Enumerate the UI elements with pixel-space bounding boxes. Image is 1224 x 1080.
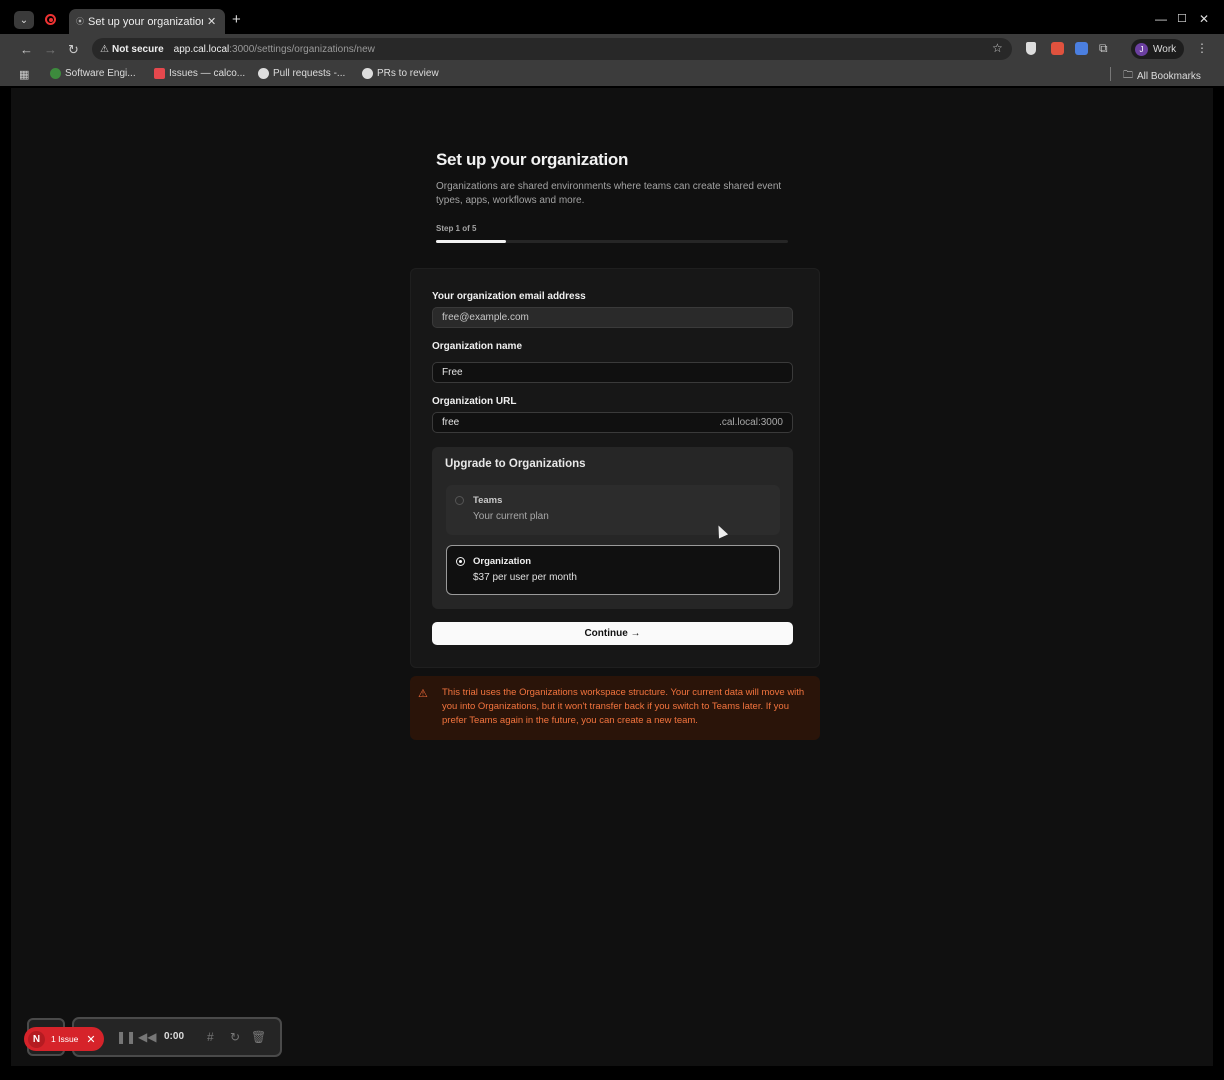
- next-logo-icon: N: [28, 1030, 45, 1048]
- issue-badge[interactable]: N 1 Issue ✕: [24, 1027, 104, 1051]
- email-label: Your organization email address: [432, 291, 586, 302]
- avatar: J: [1135, 42, 1148, 56]
- trash-icon[interactable]: 🗑: [251, 1030, 266, 1044]
- bookmarks-divider: [1110, 67, 1111, 81]
- plan-name: Organization: [473, 556, 532, 567]
- url-host: app.cal.local: [173, 43, 230, 55]
- progress-fill: [436, 240, 507, 243]
- linear-icon: [154, 68, 165, 79]
- extension-red-icon[interactable]: [1051, 42, 1064, 55]
- rewind-icon[interactable]: ◀◀: [138, 1030, 156, 1044]
- bookmark-item[interactable]: PRs to review: [362, 68, 439, 79]
- github-icon: [362, 68, 373, 79]
- org-name-label: Organization name: [432, 341, 523, 352]
- radio-teams[interactable]: [455, 496, 464, 505]
- step-indicator: Step 1 of 5: [436, 224, 477, 233]
- all-bookmarks[interactable]: 🗀 All Bookmarks: [1123, 68, 1201, 85]
- active-tab[interactable]: ⦿ Set up your organization ✕: [69, 9, 225, 34]
- url-path: :3000/settings/organizations/new: [229, 43, 375, 55]
- tab-close-icon[interactable]: ✕: [207, 15, 216, 28]
- issue-count: 1 Issue: [51, 1034, 79, 1044]
- new-tab-icon[interactable]: +: [232, 11, 241, 28]
- bookmark-item[interactable]: Pull requests -...: [258, 68, 345, 79]
- maximize-icon[interactable]: ☐: [1177, 12, 1187, 25]
- page-title: Set up your organization: [436, 150, 629, 169]
- warning-icon: ⚠: [100, 43, 109, 55]
- chevron-down-icon: ⌄: [19, 14, 29, 26]
- tab-title: Set up your organization: [88, 15, 203, 28]
- extension-blue-icon[interactable]: [1075, 42, 1088, 55]
- restart-icon[interactable]: ↻: [230, 1030, 240, 1044]
- tab-favicon-icon: ⦿: [76, 17, 84, 26]
- profile-button[interactable]: J Work: [1131, 39, 1184, 59]
- pause-icon[interactable]: ❚❚: [116, 1030, 136, 1044]
- bookmark-star-icon[interactable]: ☆: [992, 41, 1003, 55]
- plan-name: Teams: [473, 495, 503, 506]
- plan-option-teams[interactable]: Teams Your current plan: [446, 485, 780, 535]
- org-url-field[interactable]: free .cal.local:3000: [432, 412, 793, 433]
- org-url-suffix: .cal.local:3000: [719, 417, 783, 428]
- bookmark-item[interactable]: Software Engi...: [50, 68, 136, 79]
- warning-triangle-icon: ⚠: [418, 688, 428, 700]
- kebab-menu-icon[interactable]: ⋮: [1196, 41, 1208, 55]
- alert-text: This trial uses the Organizations worksp…: [442, 687, 805, 726]
- continue-button[interactable]: Continue →: [432, 622, 793, 645]
- org-name-field[interactable]: Free: [432, 362, 793, 383]
- back-icon[interactable]: ←: [20, 42, 33, 57]
- issue-close-icon[interactable]: ✕: [86, 1033, 95, 1046]
- plan-desc: Your current plan: [473, 511, 549, 522]
- profile-name: Work: [1153, 43, 1177, 55]
- apps-grid-icon[interactable]: ▦: [19, 68, 29, 81]
- puzzle-extensions-icon[interactable]: ⧉: [1099, 41, 1108, 56]
- minimize-icon[interactable]: —: [1155, 12, 1167, 26]
- bookmark-item[interactable]: Issues — calco...: [154, 68, 245, 79]
- grid-icon[interactable]: #: [207, 1030, 214, 1044]
- plan-desc: $37 per user per month: [473, 572, 577, 583]
- reload-icon[interactable]: ↻: [68, 42, 79, 58]
- recording-icon: [45, 14, 56, 25]
- forward-icon[interactable]: →: [44, 42, 57, 57]
- recorder-timer: 0:00: [164, 1031, 185, 1042]
- address-bar[interactable]: ⚠ Not secure app.cal.local:3000/settings…: [92, 38, 1012, 60]
- page-subtitle: Organizations are shared environments wh…: [436, 181, 782, 206]
- github-icon: [258, 68, 269, 79]
- email-field[interactable]: free@example.com: [432, 307, 793, 328]
- org-url-label: Organization URL: [432, 396, 517, 407]
- shield-extension-icon[interactable]: [1026, 42, 1036, 55]
- org-url-value: free: [442, 417, 460, 428]
- not-secure-label[interactable]: Not secure: [112, 44, 164, 55]
- plan-option-organization[interactable]: Organization $37 per user per month: [446, 545, 780, 595]
- folder-icon: 🗀: [1123, 70, 1133, 81]
- radio-organization[interactable]: [456, 557, 465, 566]
- upgrade-title: Upgrade to Organizations: [445, 458, 586, 470]
- globe-icon: [50, 68, 61, 79]
- window-close-icon[interactable]: ✕: [1199, 12, 1209, 26]
- tab-search-button[interactable]: ⌄: [14, 11, 34, 29]
